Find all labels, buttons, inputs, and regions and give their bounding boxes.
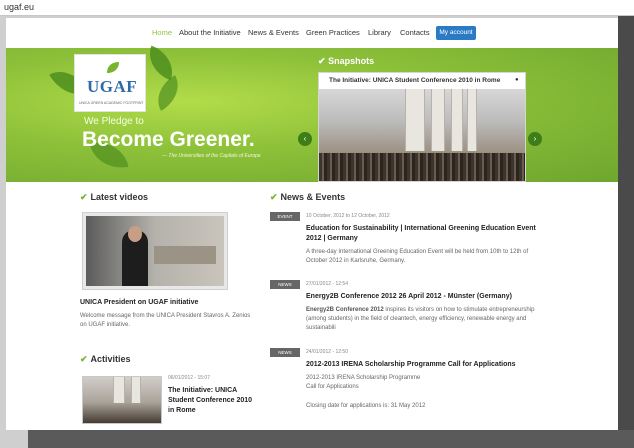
activity-thumbnail[interactable] xyxy=(82,376,162,424)
slider-prev-button[interactable]: ‹ xyxy=(298,132,312,146)
building-column xyxy=(131,377,141,403)
news-events-heading: ✔ News & Events xyxy=(270,192,345,203)
nav-item-about[interactable]: About the Initiative xyxy=(179,28,241,37)
main-nav: Home About the Initiative News & Events … xyxy=(6,18,618,48)
news-date: 27/01/2012 - 12:54 xyxy=(306,281,348,287)
news-tag: EVENT xyxy=(270,212,300,221)
news-title[interactable]: 2012-2013 IRENA Scholarship Programme Ca… xyxy=(306,360,546,370)
news-events-heading-text: News & Events xyxy=(280,192,346,202)
video-player[interactable] xyxy=(82,212,228,290)
news-title[interactable]: Education for Sustainability | Internati… xyxy=(306,224,546,244)
nav-item-green-practices[interactable]: Green Practices xyxy=(306,28,360,37)
building-column xyxy=(467,89,477,151)
snapshot-slide[interactable]: The Initiative: UNICA Student Conference… xyxy=(318,72,526,182)
logo-subtitle: UNICA GREEN ACADEMIC FOOTPRINT xyxy=(79,101,144,105)
chevron-right-circle-icon[interactable]: ● xyxy=(515,77,519,83)
news-tag: NEWS xyxy=(270,280,300,289)
news-description-bold: Energy2B Conference 2012 xyxy=(306,307,384,313)
news-tag: NEWS xyxy=(270,348,300,357)
window-border-right xyxy=(618,16,634,448)
nav-item-library[interactable]: Library xyxy=(368,28,391,37)
v-mark-icon: ✔ xyxy=(270,192,278,202)
snapshots-heading: ✔ Snapshots xyxy=(318,56,374,67)
building-column xyxy=(431,89,445,151)
chevron-left-icon: ‹ xyxy=(303,134,307,143)
window-border-bottom xyxy=(28,430,634,448)
activities-heading-text: Activities xyxy=(90,354,131,364)
logo-text: UGAF xyxy=(87,77,138,96)
nav-item-news-events[interactable]: News & Events xyxy=(248,28,299,37)
activity-title[interactable]: The Initiative: UNICA Student Conference… xyxy=(168,386,256,416)
crowd xyxy=(319,153,525,181)
snapshots-heading-text: Snapshots xyxy=(328,56,375,66)
snapshot-photo xyxy=(319,89,525,181)
video-speaker-head xyxy=(128,226,142,242)
news-title[interactable]: Energy2B Conference 2012 26 April 2012 -… xyxy=(306,292,546,302)
video-title[interactable]: UNICA President on UGAF initiative xyxy=(80,299,198,306)
video-background xyxy=(154,246,216,264)
activities-heading: ✔ Activities xyxy=(80,354,131,365)
video-description: Welcome message from the UNICA President… xyxy=(80,313,251,328)
latest-videos-heading-text: Latest videos xyxy=(90,192,149,202)
building-column xyxy=(451,89,463,151)
news-date: 10 October, 2012 to 12 October, 2012 xyxy=(306,213,390,219)
news-description-line: 2012-2013 IRENA Scholarship Programme xyxy=(306,375,421,381)
news-description: A three-day International Greening Educa… xyxy=(306,249,529,264)
latest-videos-heading: ✔ Latest videos xyxy=(80,192,148,203)
v-mark-icon: ✔ xyxy=(80,192,88,202)
v-mark-icon: ✔ xyxy=(318,56,326,66)
hero-headline: Become Greener. xyxy=(82,128,255,151)
news-description-line: Closing date for applications is: 31 May… xyxy=(306,403,426,409)
v-mark-icon: ✔ xyxy=(80,354,88,364)
building-column xyxy=(405,89,425,151)
video-frame xyxy=(86,216,224,286)
activity-date: 06/01/2012 - 15:07 xyxy=(168,375,210,381)
leaf-logo-icon xyxy=(107,62,119,73)
nav-item-contacts[interactable]: Contacts xyxy=(400,28,430,37)
nav-item-home[interactable]: Home xyxy=(152,28,172,37)
chevron-right-icon: › xyxy=(533,134,537,143)
hero-banner: UGAF UNICA GREEN ACADEMIC FOOTPRINT We P… xyxy=(6,45,618,182)
web-page: Home About the Initiative News & Events … xyxy=(6,18,618,430)
address-text[interactable]: ugaf.eu xyxy=(4,2,34,12)
news-date: 24/01/2012 - 12:50 xyxy=(306,349,348,355)
leaf-decoration xyxy=(149,75,187,111)
snapshot-caption[interactable]: The Initiative: UNICA Student Conference… xyxy=(329,77,500,84)
my-account-button[interactable]: My account xyxy=(436,26,476,40)
news-description-line: Call for Applications xyxy=(306,384,359,390)
slider-next-button[interactable]: › xyxy=(528,132,542,146)
news-description: Energy2B Conference 2012 inspires its vi… xyxy=(306,306,542,333)
browser-window: ugaf.eu Home About the Initiative News &… xyxy=(0,0,634,448)
hero-subline: — The Universities of the Capitals of Eu… xyxy=(162,153,261,159)
hero-pledge: We Pledge to xyxy=(84,116,144,127)
site-logo[interactable]: UGAF UNICA GREEN ACADEMIC FOOTPRINT xyxy=(74,54,146,112)
building-column xyxy=(113,377,125,403)
address-bar[interactable]: ugaf.eu xyxy=(0,0,634,16)
